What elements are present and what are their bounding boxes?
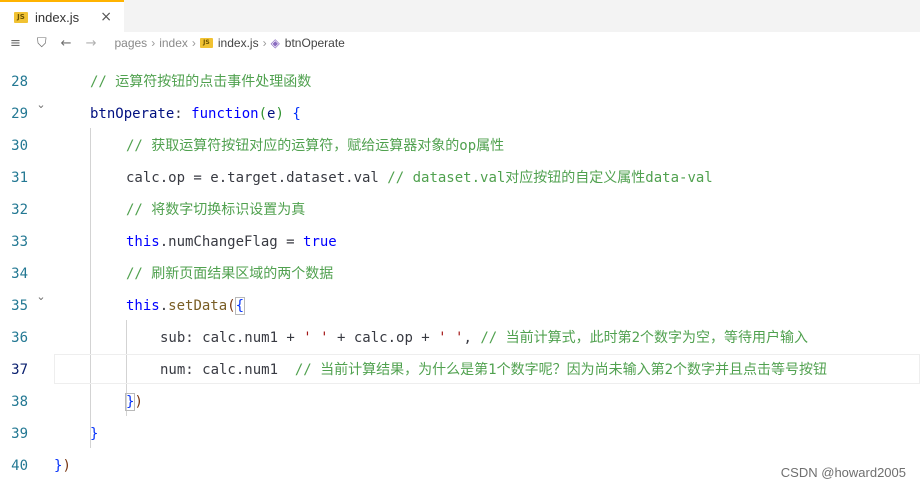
breadcrumb-item-index[interactable]: index [159,36,188,50]
tab-label: index.js [35,9,80,25]
code-line-30: 30 // 获取运算符按钮对应的运算符，赋给运算器对象的op属性 [0,130,920,162]
chevron-right-icon: › [191,36,196,50]
token: .numChangeFlag = [159,234,304,250]
tab-bar: JS index.js × [0,0,920,32]
token: : [174,106,192,122]
line-number: 30 [11,138,28,154]
list-icon[interactable]: ≡ [10,36,21,51]
line-number: 35 [11,298,28,314]
watermark: CSDN @howard2005 [780,465,906,480]
code-line-33: 33 this.numChangeFlag = true [0,226,920,258]
keyword: this [126,234,160,250]
token: ) [134,394,143,410]
comment: // 运算符按钮的点击事件处理函数 [90,74,312,90]
token: ( [227,298,236,314]
code-line-28: 28 // 运算符按钮的点击事件处理函数 [0,66,920,98]
token: { [234,297,246,315]
line-number: 36 [11,330,28,346]
bookmark-icon[interactable]: ⛉ [37,36,47,51]
comment: // 获取运算符按钮对应的运算符，赋给运算器对象的op属性 [126,138,505,154]
token: , [463,330,481,346]
comment: // dataset.val对应按钮的自定义属性data-val [387,170,713,186]
code-line-34: 34 // 刷新页面结果区域的两个数据 [0,258,920,290]
token: { [283,106,301,122]
breadcrumb-item-method[interactable]: btnOperate [285,36,345,50]
partial-line: 27 [0,54,920,64]
function-name: setData [168,298,228,314]
code-line-37: 37 num: calc.num1 // 当前计算结果，为什么是第1个数字呢？因… [0,354,920,386]
close-icon[interactable]: × [100,9,112,25]
line-number: 38 [11,394,28,410]
token: ) [62,458,71,474]
token: + calc.op + [328,330,439,346]
code-editor[interactable]: 27 28 // 运算符按钮的点击事件处理函数 29 ⌄ btnOperate:… [0,54,920,488]
string: ' ' [303,330,329,346]
comment: // 刷新页面结果区域的两个数据 [126,266,334,282]
token: num: calc.num1 [160,362,295,378]
comment: // 将数字切换标识设置为真 [126,202,306,218]
code-line-36: 36 sub: calc.num1 + ' ' + calc.op + ' ',… [0,322,920,354]
js-file-icon: JS [199,38,213,48]
line-number: 29 [11,106,28,122]
back-arrow-icon[interactable]: ← [61,36,72,51]
code-line-31: 31 calc.op = e.target.dataset.val // dat… [0,162,920,194]
comment: // 当前计算式，此时第2个数字为空，等待用户输入 [480,330,809,346]
breadcrumb-item-pages[interactable]: pages [114,36,147,50]
code-line-35: 35 ⌄ this.setData({ [0,290,920,322]
method-cube-icon: ◈ [270,36,280,50]
code-line-29: 29 ⌄ btnOperate: function(e) { [0,98,920,130]
line-number: 37 [11,362,28,378]
string: ' ' [438,330,464,346]
line-number: 33 [11,234,28,250]
line-number: 32 [11,202,28,218]
token: calc.op = e.target.dataset.val [126,170,388,186]
keyword: this [126,298,160,314]
keyword: function [191,106,259,122]
line-number: 34 [11,266,28,282]
line-number: 40 [11,458,28,474]
chevron-right-icon: › [262,36,267,50]
forward-arrow-icon[interactable]: → [86,36,97,51]
fold-chevron-icon[interactable]: ⌄ [34,290,48,303]
code-line-39: 39 } [0,418,920,450]
token: ( [258,106,268,122]
breadcrumb: ≡ ⛉ ← → pages › index › JS index.js › ◈ … [0,32,920,54]
line-number: 39 [11,426,28,442]
token: ) [275,106,284,122]
code-line-38: 38 }) [0,386,920,418]
code-line-32: 32 // 将数字切换标识设置为真 [0,194,920,226]
keyword: true [303,234,337,250]
method-name: btnOperate [90,106,175,122]
comment: // 当前计算结果，为什么是第1个数字呢？因为尚未输入第2个数字并且点击等号按钮 [294,362,828,378]
breadcrumb-item-file[interactable]: index.js [218,36,259,50]
line-number: 28 [11,74,28,90]
fold-chevron-icon[interactable]: ⌄ [34,98,48,111]
chevron-right-icon: › [151,36,156,50]
token: } [90,426,99,442]
token: sub: calc.num1 + [160,330,304,346]
tab-index-js[interactable]: JS index.js × [0,0,124,32]
token: . [159,298,169,314]
js-file-icon: JS [14,11,28,23]
line-number: 31 [11,170,28,186]
